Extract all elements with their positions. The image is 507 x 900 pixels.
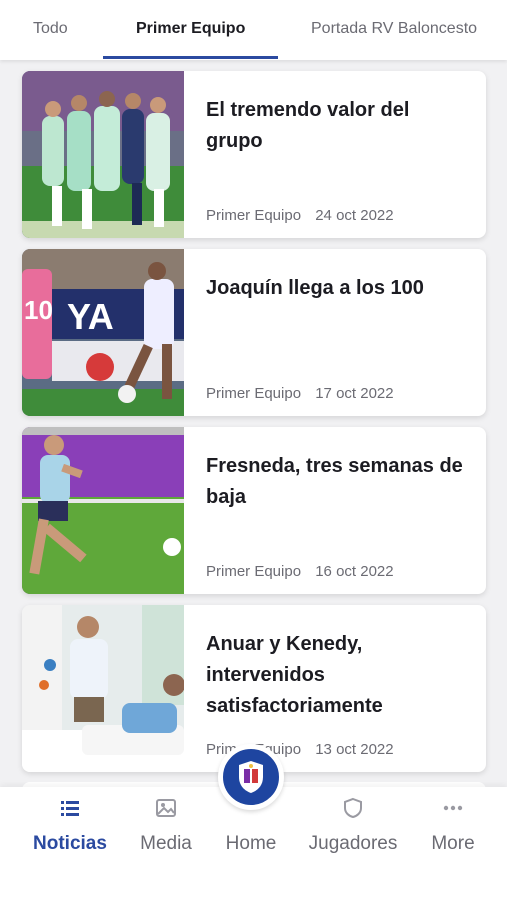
nav-jugadores[interactable]: Jugadores — [303, 787, 403, 867]
tab-todo[interactable]: Todo — [33, 20, 68, 38]
player-training-photo — [22, 427, 184, 594]
home-button[interactable] — [218, 744, 284, 810]
article-date: 24 oct 2022 — [315, 207, 394, 224]
article-title[interactable]: Anuar y Kenedy, intervenidos satisfactor… — [206, 629, 471, 722]
team-celebration-photo — [22, 71, 184, 238]
nav-more-label: More — [431, 833, 475, 854]
news-feed[interactable]: El tremendo valor del grupo Primer Equip… — [0, 60, 507, 787]
article-date: 16 oct 2022 — [315, 563, 394, 580]
article-date: 13 oct 2022 — [315, 741, 394, 758]
player-kicking-ball-photo: YA 10 — [22, 249, 184, 416]
nav-jugadores-label: Jugadores — [308, 833, 398, 854]
article-meta: Primer Equipo 16 oct 2022 — [206, 563, 394, 580]
article-title[interactable]: El tremendo valor del grupo — [206, 95, 471, 157]
article-meta: Primer Equipo 24 oct 2022 — [206, 207, 394, 224]
nav-home-label: Home — [225, 833, 277, 854]
article-date: 17 oct 2022 — [315, 385, 394, 402]
nav-noticias[interactable]: Noticias — [20, 787, 120, 867]
tab-primer-equipo[interactable]: Primer Equipo — [136, 20, 245, 38]
more-dots-icon — [443, 805, 463, 811]
article-title[interactable]: Fresneda, tres semanas de baja — [206, 451, 471, 513]
nav-noticias-label: Noticias — [33, 833, 107, 854]
article-meta: Primer Equipo 17 oct 2022 — [206, 385, 394, 402]
image-icon — [156, 799, 176, 817]
club-crest-icon — [239, 761, 263, 793]
article-category: Primer Equipo — [206, 207, 302, 224]
shield-icon — [344, 797, 362, 819]
news-card[interactable]: El tremendo valor del grupo Primer Equip… — [22, 71, 486, 238]
news-card[interactable]: YA 10 Joaquín llega a los 100 Primer Equ… — [22, 249, 486, 416]
news-card[interactable]: Fresneda, tres semanas de baja Primer Eq… — [22, 427, 486, 594]
article-category: Primer Equipo — [206, 563, 302, 580]
nav-more[interactable]: More — [403, 787, 503, 867]
svg-text:YA: YA — [67, 296, 114, 337]
category-tabs: Todo Primer Equipo Portada RV Baloncesto — [0, 0, 507, 60]
list-icon — [61, 801, 79, 816]
article-category: Primer Equipo — [206, 385, 302, 402]
hospital-patient-photo — [22, 605, 184, 772]
article-title[interactable]: Joaquín llega a los 100 — [206, 273, 471, 304]
tab-portada-rv-baloncesto[interactable]: Portada RV Baloncesto — [311, 20, 477, 38]
active-tab-indicator — [103, 56, 278, 59]
svg-text:10: 10 — [24, 295, 53, 325]
